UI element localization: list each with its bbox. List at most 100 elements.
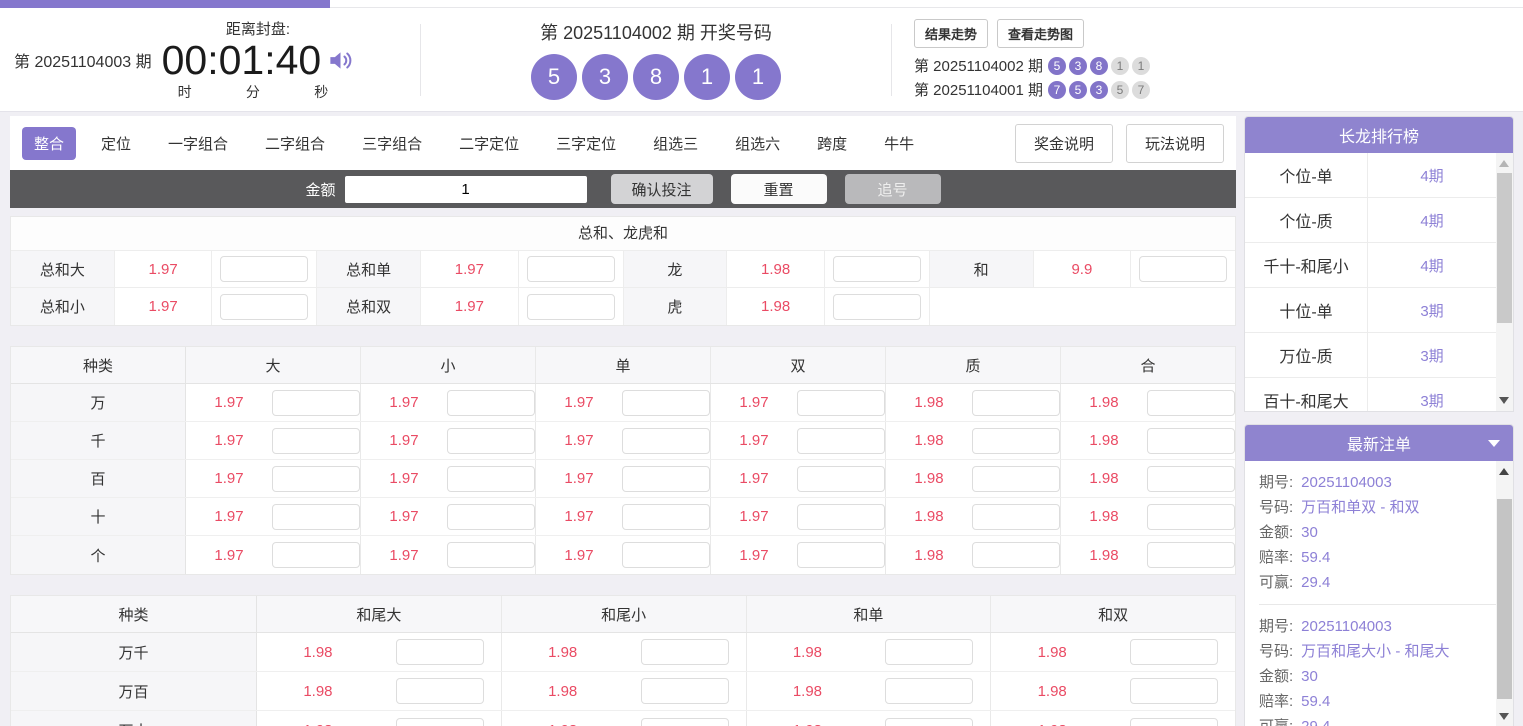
tab-定位[interactable]: 定位	[89, 127, 143, 160]
bet-amount-input[interactable]	[885, 718, 973, 726]
tab-二字定位[interactable]: 二字定位	[447, 127, 531, 160]
bet-input-cell	[272, 460, 360, 497]
bet-amount-input[interactable]	[972, 504, 1060, 530]
bet-amount-input[interactable]	[447, 428, 535, 454]
ranking-scrollbar[interactable]	[1496, 153, 1513, 411]
tab-跨度[interactable]: 跨度	[805, 127, 859, 160]
order-win-value: 29.4	[1301, 714, 1330, 726]
orders-scrollbar[interactable]	[1496, 461, 1513, 726]
order-amount-value: 30	[1301, 664, 1318, 689]
tab-组选六[interactable]: 组选六	[723, 127, 792, 160]
ranking-title: 长龙排行榜	[1339, 123, 1419, 147]
bet-option-label: 龙	[624, 251, 728, 287]
scrollbar-thumb[interactable]	[1497, 173, 1512, 323]
bet-amount-input[interactable]	[1147, 542, 1235, 568]
bet-amount-input[interactable]	[622, 390, 710, 416]
bet-option-group: 1.97	[536, 536, 711, 574]
bet-amount-input[interactable]	[972, 466, 1060, 492]
order-line: 赔率:59.4	[1259, 689, 1499, 714]
bet-amount-input[interactable]	[396, 639, 484, 665]
scroll-up-icon[interactable]	[1499, 468, 1509, 475]
tab-组选三[interactable]: 组选三	[641, 127, 710, 160]
bet-amount-input[interactable]	[797, 428, 885, 454]
bet-odds-value: 1.97	[115, 288, 213, 325]
bet-amount-input[interactable]	[797, 390, 885, 416]
bet-amount-input[interactable]	[833, 256, 921, 282]
bet-amount-input[interactable]	[220, 294, 308, 320]
bet-amount-input[interactable]	[272, 390, 360, 416]
scroll-up-icon[interactable]	[1499, 160, 1509, 167]
history-balls: 53811	[1048, 57, 1150, 75]
bet-amount-input[interactable]	[272, 504, 360, 530]
bet-amount-input[interactable]	[396, 678, 484, 704]
speaker-icon[interactable]	[327, 47, 354, 74]
bet-amount-input[interactable]	[1147, 428, 1235, 454]
bet-amount-input[interactable]	[272, 428, 360, 454]
bet-amount-input[interactable]	[1130, 718, 1218, 726]
reset-button[interactable]: 重置	[731, 174, 827, 204]
order-line: 可赢:29.4	[1259, 714, 1499, 726]
tab-二字组合[interactable]: 二字组合	[253, 127, 337, 160]
tab-牛牛[interactable]: 牛牛	[872, 127, 926, 160]
column-header: 种类	[11, 347, 186, 383]
bet-amount-input[interactable]	[447, 504, 535, 530]
scroll-down-icon[interactable]	[1499, 397, 1509, 404]
bet-amount-input[interactable]	[885, 678, 973, 704]
bet-amount-input[interactable]	[885, 639, 973, 665]
prize-info-button[interactable]: 奖金说明	[1015, 124, 1113, 163]
bet-amount-input[interactable]	[622, 466, 710, 492]
scrollbar-thumb[interactable]	[1497, 499, 1512, 699]
rules-info-button[interactable]: 玩法说明	[1126, 124, 1224, 163]
bet-amount-input[interactable]	[797, 466, 885, 492]
bet-amount-input[interactable]	[272, 466, 360, 492]
bet-amount-input[interactable]	[833, 294, 921, 320]
bet-amount-input[interactable]	[1147, 390, 1235, 416]
bet-amount-input[interactable]	[1147, 466, 1235, 492]
bet-odds-value: 1.98	[886, 536, 972, 574]
bet-amount-input[interactable]	[1130, 678, 1218, 704]
bet-amount-input[interactable]	[396, 718, 484, 726]
bet-amount-input[interactable]	[220, 256, 308, 282]
bet-amount-input[interactable]	[1147, 504, 1235, 530]
table-row: 百1.971.971.971.971.981.98	[11, 460, 1235, 498]
bet-amount-input[interactable]	[622, 542, 710, 568]
bet-amount-input[interactable]	[447, 542, 535, 568]
tab-一字组合[interactable]: 一字组合	[156, 127, 240, 160]
bet-amount-input[interactable]	[1139, 256, 1227, 282]
chase-number-button[interactable]: 追号	[845, 174, 941, 204]
collapse-icon[interactable]	[1488, 440, 1500, 447]
tab-整合[interactable]: 整合	[22, 127, 76, 160]
bet-input-cell	[797, 460, 885, 497]
result-trend-button[interactable]: 结果走势	[914, 19, 988, 48]
bet-amount-input[interactable]	[1130, 639, 1218, 665]
bet-option-group: 1.98	[257, 711, 502, 726]
tab-三字组合[interactable]: 三字组合	[350, 127, 434, 160]
bet-amount-input[interactable]	[797, 542, 885, 568]
amount-input[interactable]	[345, 176, 587, 203]
bet-amount-input[interactable]	[622, 428, 710, 454]
bet-amount-input[interactable]	[641, 718, 729, 726]
row-label: 千	[11, 422, 186, 459]
bet-amount-input[interactable]	[447, 390, 535, 416]
order-issue-label: 期号:	[1259, 470, 1293, 495]
bet-amount-input[interactable]	[527, 294, 615, 320]
main-content: 整合定位一字组合二字组合三字组合二字定位三字定位组选三组选六跨度牛牛 奖金说明玩…	[10, 116, 1236, 726]
bet-amount-input[interactable]	[622, 504, 710, 530]
tab-三字定位[interactable]: 三字定位	[544, 127, 628, 160]
bet-amount-input[interactable]	[972, 390, 1060, 416]
order-issue-value: 20251104003	[1301, 614, 1392, 639]
bet-amount-input[interactable]	[527, 256, 615, 282]
bet-amount-input[interactable]	[972, 542, 1060, 568]
order-amount-label: 金额:	[1259, 520, 1293, 545]
bet-amount-input[interactable]	[641, 639, 729, 665]
view-trend-chart-button[interactable]: 查看走势图	[997, 19, 1084, 48]
bet-input-cell	[622, 422, 710, 459]
ranking-streak: 3期	[1368, 378, 1496, 411]
bet-amount-input[interactable]	[972, 428, 1060, 454]
bet-amount-input[interactable]	[447, 466, 535, 492]
scroll-down-icon[interactable]	[1499, 713, 1509, 720]
confirm-bet-button[interactable]: 确认投注	[611, 174, 713, 204]
bet-amount-input[interactable]	[797, 504, 885, 530]
bet-amount-input[interactable]	[641, 678, 729, 704]
bet-amount-input[interactable]	[272, 542, 360, 568]
